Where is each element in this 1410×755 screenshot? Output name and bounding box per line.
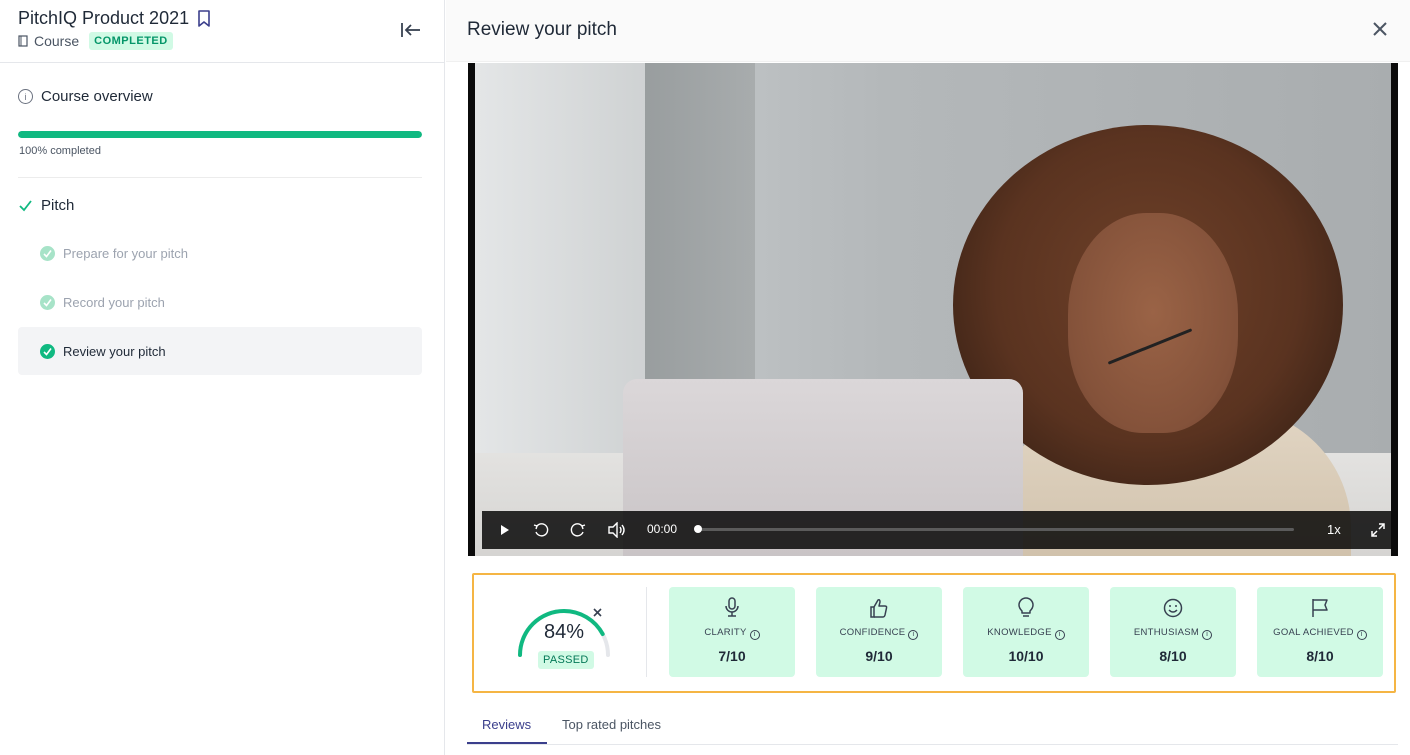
course-progress-fill <box>18 131 422 138</box>
sidebar-divider <box>18 177 422 178</box>
metric-label: KNOWLEDGE i <box>963 627 1089 640</box>
page-title: Review your pitch <box>467 19 617 40</box>
lightbulb-icon <box>1018 597 1034 617</box>
collapse-sidebar-button[interactable] <box>398 18 424 42</box>
bookmark-icon[interactable] <box>197 9 211 28</box>
active-tab-indicator <box>467 742 547 744</box>
fullscreen-icon <box>1371 523 1385 537</box>
step-label: Prepare for your pitch <box>63 245 189 261</box>
forward-15-icon <box>570 523 586 537</box>
course-meta: Course COMPLETED <box>18 32 173 50</box>
close-icon <box>593 608 602 617</box>
book-icon <box>18 35 28 47</box>
step-label: Review your pitch <box>63 343 166 359</box>
step-review[interactable]: Review your pitch <box>18 327 422 375</box>
tab-reviews[interactable]: Reviews <box>482 717 531 732</box>
metric-label: GOAL ACHIEVED i <box>1257 627 1383 640</box>
metric-enthusiasm: ENTHUSIASM i 8/10 <box>1110 587 1236 677</box>
course-title: PitchIQ Product 2021 <box>18 8 211 29</box>
info-icon[interactable]: i <box>908 630 919 640</box>
seek-handle[interactable] <box>694 525 702 533</box>
course-progress-bar <box>18 131 422 138</box>
progress-label: 100% completed <box>19 145 101 157</box>
step-record[interactable]: Record your pitch <box>18 278 422 326</box>
tab-top-rated-pitches[interactable]: Top rated pitches <box>562 717 661 732</box>
score-panel: 84% PASSED CLARITY i 7/10 CONFIDENCE i 9/1… <box>472 573 1396 693</box>
check-icon <box>19 200 32 212</box>
info-icon[interactable]: i <box>1054 630 1065 640</box>
video-player[interactable]: 00:00 1x <box>468 63 1398 556</box>
check-circle-icon <box>40 294 55 310</box>
course-type: Course <box>34 33 80 49</box>
course-overview-label: Course overview <box>41 88 153 105</box>
info-icon[interactable]: i <box>1202 630 1213 640</box>
forward-button[interactable] <box>567 519 589 541</box>
metric-value: 8/10 <box>1159 648 1187 664</box>
metric-knowledge: KNOWLEDGE i 10/10 <box>963 587 1089 677</box>
info-icon: i <box>18 89 33 104</box>
thumbs-up-icon <box>870 599 888 618</box>
video-frame[interactable]: 00:00 1x <box>475 63 1391 556</box>
metric-value: 7/10 <box>718 648 746 664</box>
video-seek-bar[interactable] <box>694 525 1294 533</box>
microphone-icon <box>725 597 739 617</box>
passed-badge: PASSED <box>538 651 594 669</box>
metric-label: ENTHUSIASM i <box>1110 627 1236 640</box>
sidebar-header: PitchIQ Product 2021 Course COMPLETED <box>0 0 445 63</box>
metric-label: CLARITY i <box>669 627 795 640</box>
fullscreen-button[interactable] <box>1367 519 1389 541</box>
review-tabs: Reviews Top rated pitches <box>467 705 1398 745</box>
rewind-button[interactable] <box>530 519 552 541</box>
main-panel: Review your pitch 00:00 1x 84% PASSED CL… <box>446 0 1410 755</box>
video-controls: 00:00 1x <box>482 511 1391 549</box>
metric-label: CONFIDENCE i <box>816 627 942 640</box>
panel-divider <box>646 587 647 677</box>
volume-button[interactable] <box>606 519 628 541</box>
step-prepare[interactable]: Prepare for your pitch <box>18 229 422 277</box>
metric-clarity: CLARITY i 7/10 <box>669 587 795 677</box>
video-scene <box>645 63 755 393</box>
section-pitch[interactable]: Pitch <box>18 197 74 214</box>
metric-value: 9/10 <box>865 648 893 664</box>
play-button[interactable] <box>494 519 516 541</box>
score-percent: 84% <box>543 621 585 643</box>
volume-icon <box>608 522 625 538</box>
main-header: Review your pitch <box>446 0 1410 62</box>
info-icon[interactable]: i <box>1356 630 1367 640</box>
play-icon <box>501 525 509 535</box>
metric-confidence: CONFIDENCE i 9/10 <box>816 587 942 677</box>
course-overview-link[interactable]: i Course overview <box>18 88 153 105</box>
metric-value: 8/10 <box>1306 648 1334 664</box>
metric-goal-achieved: GOAL ACHIEVED i 8/10 <box>1257 587 1383 677</box>
close-icon[interactable] <box>1370 19 1390 39</box>
course-sidebar: PitchIQ Product 2021 Course COMPLETED i … <box>0 0 445 755</box>
video-time: 00:00 <box>647 522 678 536</box>
collapse-left-icon <box>401 23 420 37</box>
flag-icon <box>1312 599 1328 617</box>
section-pitch-label: Pitch <box>41 197 75 214</box>
status-badge: COMPLETED <box>89 32 173 50</box>
rewind-15-icon <box>533 523 549 537</box>
smiley-icon <box>1163 598 1183 618</box>
metric-value: 10/10 <box>1008 648 1044 664</box>
playback-speed-button[interactable]: 1x <box>1327 522 1341 537</box>
check-circle-icon <box>40 343 55 359</box>
info-icon[interactable]: i <box>749 630 760 640</box>
step-label: Record your pitch <box>63 294 165 310</box>
check-circle-icon <box>40 245 55 261</box>
course-title-text: PitchIQ Product 2021 <box>18 8 190 28</box>
video-scene <box>1068 213 1238 433</box>
